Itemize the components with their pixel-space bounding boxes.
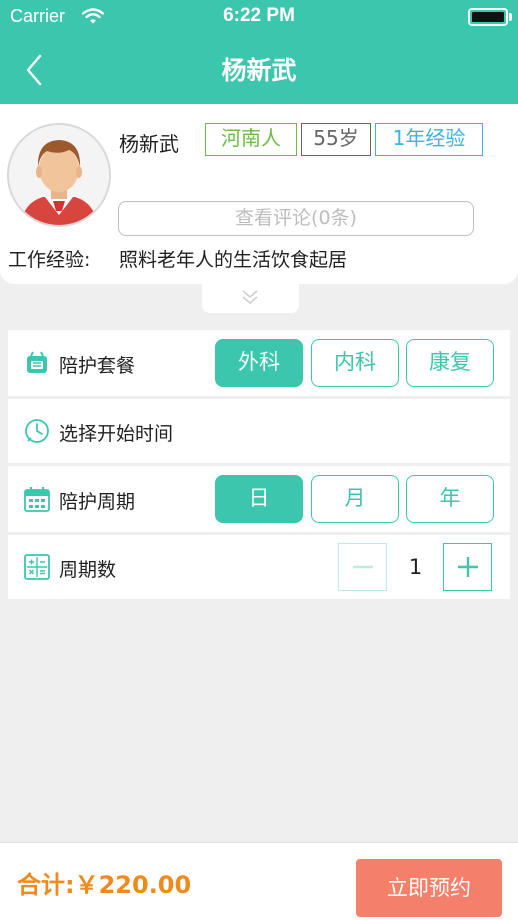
- checkout-bar: 合计:￥220.00 立即预约: [0, 842, 518, 920]
- person-avatar-icon: [9, 125, 109, 225]
- decrement-button[interactable]: [338, 543, 387, 591]
- cycle-row: 陪护周期 日 月 年: [8, 466, 510, 532]
- battery-tip: [509, 13, 512, 21]
- status-bar: Carrier 6:22 PM: [0, 0, 518, 34]
- caregiver-profile-card: 杨新武 河南人 55岁 1年经验 查看评论(0条) 工作经验: 照料老年人的生活…: [0, 104, 518, 284]
- clock: 6:22 PM: [223, 5, 295, 26]
- cycle-count-value: 1: [408, 555, 423, 579]
- cycle-label: 陪护周期: [59, 491, 136, 513]
- package-option-surgery[interactable]: 外科: [215, 339, 303, 387]
- package-icon: [23, 349, 51, 377]
- package-label: 陪护套餐: [59, 355, 136, 377]
- minus-icon: [353, 565, 373, 569]
- caregiver-name: 杨新武: [119, 132, 179, 156]
- page-title: 杨新武: [221, 56, 297, 85]
- cycle-count-label: 周期数: [59, 559, 117, 581]
- cycle-count-row: 周期数 1: [8, 535, 510, 599]
- age-tag: 55岁: [301, 123, 371, 156]
- book-now-button[interactable]: 立即预约: [356, 859, 502, 917]
- experience-label: 工作经验:: [8, 249, 91, 271]
- total-price: 合计:￥220.00: [17, 871, 192, 899]
- plus-icon: [458, 557, 478, 577]
- battery-icon: [468, 8, 508, 26]
- double-chevron-down-icon: [242, 290, 258, 305]
- calculator-icon: [23, 553, 51, 581]
- increment-button[interactable]: [443, 543, 492, 591]
- hometown-tag: 河南人: [205, 123, 297, 156]
- start-time-label: 选择开始时间: [59, 423, 174, 445]
- package-option-internal[interactable]: 内科: [311, 339, 399, 387]
- clock-icon: [23, 417, 51, 445]
- experience-value: 照料老年人的生活饮食起居: [119, 249, 348, 271]
- start-time-row[interactable]: 选择开始时间: [8, 399, 510, 463]
- cycle-option-month[interactable]: 月: [311, 475, 399, 523]
- nav-bar: 杨新武: [0, 34, 518, 104]
- cycle-option-year[interactable]: 年: [406, 475, 494, 523]
- view-reviews-button[interactable]: 查看评论(0条): [118, 201, 474, 236]
- cycle-option-day[interactable]: 日: [215, 475, 303, 523]
- package-row: 陪护套餐 外科 内科 康复: [8, 330, 510, 396]
- package-option-rehab[interactable]: 康复: [406, 339, 494, 387]
- avatar: [7, 123, 111, 227]
- experience-years-tag: 1年经验: [375, 123, 483, 156]
- expand-profile-button[interactable]: [202, 282, 299, 313]
- calendar-icon: [23, 485, 51, 513]
